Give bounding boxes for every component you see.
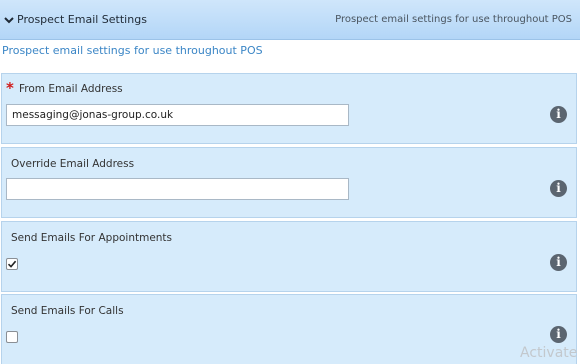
info-icon[interactable]: i	[550, 326, 567, 343]
required-marker: *	[6, 79, 14, 97]
activate-watermark: Activate	[520, 345, 578, 361]
chevron-down-icon[interactable]	[4, 15, 14, 25]
info-icon[interactable]: i	[550, 180, 567, 197]
override-email-label: Override Email Address	[11, 158, 135, 170]
info-icon[interactable]: i	[550, 254, 567, 271]
send-calls-checkbox[interactable]	[6, 331, 18, 343]
from-email-section: * From Email Address i	[1, 73, 577, 144]
send-appointments-section: Send Emails For Appointments i	[1, 221, 577, 292]
checkmark-icon	[7, 260, 17, 268]
info-icon-glyph: i	[556, 327, 561, 341]
from-email-label: From Email Address	[19, 83, 123, 95]
override-email-section: Override Email Address i	[1, 147, 577, 218]
panel-title: Prospect Email Settings	[17, 13, 147, 26]
panel-subdescription: Prospect email settings for use througho…	[2, 44, 263, 57]
send-appointments-checkbox[interactable]	[6, 258, 18, 270]
settings-panel-header[interactable]: Prospect Email Settings Prospect email s…	[0, 0, 580, 40]
send-appointments-label: Send Emails For Appointments	[11, 232, 173, 244]
info-icon-glyph: i	[556, 181, 561, 195]
info-icon-glyph: i	[556, 107, 561, 121]
info-icon-glyph: i	[556, 255, 561, 269]
override-email-input[interactable]	[6, 178, 349, 200]
send-calls-label: Send Emails For Calls	[11, 305, 124, 317]
panel-description: Prospect email settings for use througho…	[335, 14, 572, 25]
send-calls-section: Send Emails For Calls i	[1, 294, 577, 364]
from-email-input[interactable]	[6, 104, 349, 126]
info-icon[interactable]: i	[550, 106, 567, 123]
